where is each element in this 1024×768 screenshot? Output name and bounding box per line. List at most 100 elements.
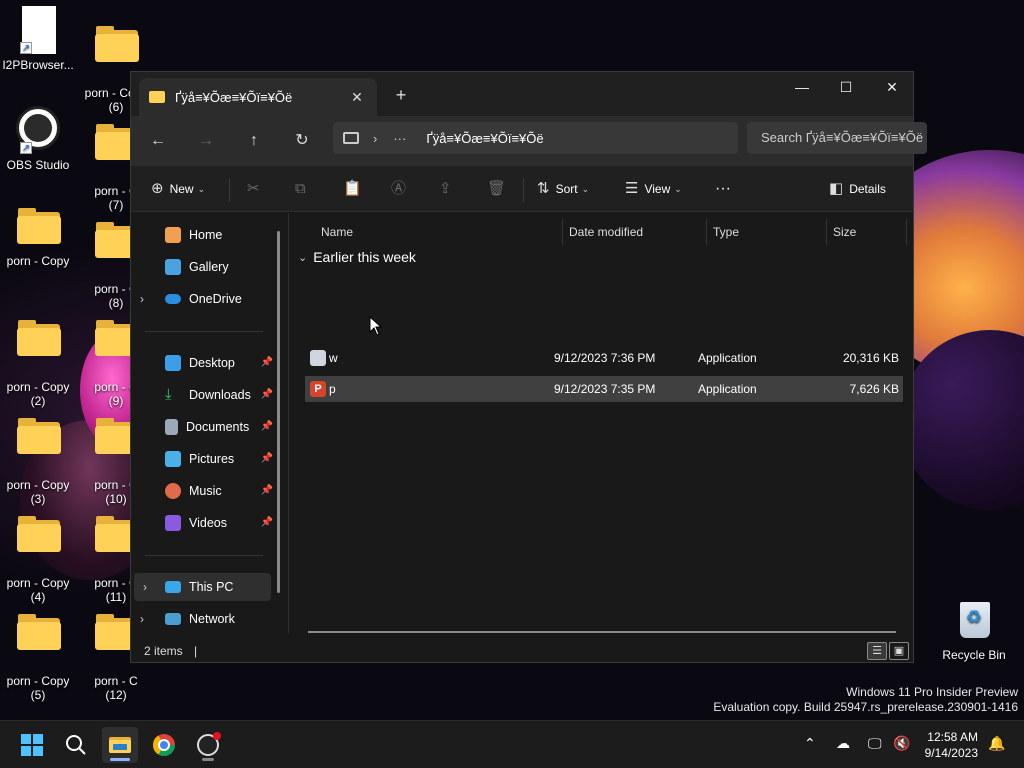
column-divider[interactable] bbox=[826, 219, 827, 245]
taskbar: ⌃ ☁ 🖵 🔇 12:58 AM 9/14/2023 🔔 bbox=[0, 720, 1024, 768]
nav-item-label: Documents bbox=[186, 420, 250, 434]
desktop-icon-folder[interactable]: porn - Copy (5) bbox=[0, 594, 76, 716]
folder-icon bbox=[14, 412, 62, 460]
up-button[interactable]: ↑ bbox=[239, 126, 269, 156]
new-button[interactable]: ⊕ New ⌄ bbox=[151, 176, 205, 202]
onedrive-tray-button[interactable]: ☁ bbox=[836, 735, 850, 752]
nav-item-label: Network bbox=[189, 612, 235, 626]
column-header-date-modified[interactable]: Date modified bbox=[569, 219, 643, 245]
computer-icon bbox=[343, 132, 359, 144]
file-row[interactable]: P p 9/12/2023 7:35 PM Application 7,626 … bbox=[305, 376, 903, 402]
share-button[interactable]: ⇪ bbox=[439, 176, 458, 202]
delete-button[interactable]: 🗑 bbox=[487, 176, 512, 202]
desktop-icon-folder[interactable]: porn - Copy bbox=[0, 202, 76, 268]
desktop-icon bbox=[165, 355, 181, 371]
chevron-down-icon: ⌄ bbox=[674, 184, 682, 194]
desktop-icon-obs-studio[interactable]: ↗ OBS Studio bbox=[0, 104, 76, 172]
clock-date: 9/14/2023 bbox=[924, 746, 978, 760]
paste-button[interactable]: 📋 bbox=[343, 176, 368, 202]
search-input[interactable]: Search Ґÿå≡¥Õæ≡¥Õï≡¥Õë bbox=[747, 122, 927, 154]
nav-item-network[interactable]: › Network bbox=[131, 605, 281, 633]
column-divider[interactable] bbox=[906, 219, 907, 245]
breadcrumb-overflow-button[interactable]: ··· bbox=[393, 131, 406, 146]
nav-item-videos[interactable]: Videos 📌 bbox=[131, 509, 281, 537]
explorer-tab[interactable]: Ґÿå≡¥Õæ≡¥Õï≡¥Õë ✕ bbox=[139, 78, 377, 116]
more-options-button[interactable]: ··· bbox=[715, 176, 731, 202]
tiles-view-toggle[interactable]: ▣ bbox=[889, 642, 909, 660]
sort-button[interactable]: ⇅ Sort ⌄ bbox=[537, 176, 589, 202]
running-indicator bbox=[202, 758, 214, 761]
group-header[interactable]: ⌄ Earlier this week bbox=[298, 249, 416, 265]
file-size: 20,316 KB bbox=[842, 351, 899, 365]
chevron-right-icon[interactable]: › bbox=[131, 285, 153, 313]
column-header-name[interactable]: Name bbox=[321, 219, 353, 245]
sort-icon: ⇅ bbox=[537, 180, 550, 197]
close-button[interactable]: ✕ bbox=[869, 72, 915, 104]
refresh-button[interactable]: ↻ bbox=[287, 126, 317, 156]
tiles-view-icon: ▣ bbox=[893, 645, 905, 657]
notifications-button[interactable]: 🔔 bbox=[988, 735, 1005, 752]
start-button[interactable] bbox=[14, 727, 50, 763]
nav-item-gallery[interactable]: Gallery bbox=[131, 253, 281, 281]
minimize-button[interactable]: — bbox=[779, 72, 825, 104]
taskbar-obs-studio[interactable] bbox=[190, 727, 226, 763]
navigation-pane: Home Gallery › OneDrive Desktop 📌 ⤓ Down… bbox=[131, 213, 289, 634]
plus-circle-icon: ⊕ bbox=[151, 180, 164, 197]
details-view-toggle[interactable]: ☰ bbox=[867, 642, 887, 660]
desktop-icon-i2pbrowser[interactable]: ↗ I2PBrowser... bbox=[0, 6, 76, 72]
file-name: p bbox=[329, 382, 336, 396]
network-tray-button[interactable]: 🖵 bbox=[868, 735, 882, 752]
volume-tray-button[interactable]: 🔇 bbox=[893, 735, 910, 752]
desktop-icon-label: I2PBrowser... bbox=[2, 58, 74, 72]
cloud-icon bbox=[165, 294, 181, 304]
document-icon bbox=[165, 419, 178, 435]
shortcut-file-icon: ↗ bbox=[14, 6, 62, 54]
nav-item-pictures[interactable]: Pictures 📌 bbox=[131, 445, 281, 473]
pin-icon: 📌 bbox=[260, 485, 273, 496]
watermark-edition: Windows 11 Pro Insider Preview bbox=[846, 685, 1018, 699]
nav-item-home[interactable]: Home bbox=[131, 221, 281, 249]
file-row[interactable]: w 9/12/2023 7:36 PM Application 20,316 K… bbox=[305, 345, 903, 371]
taskbar-chrome[interactable] bbox=[146, 727, 182, 763]
details-pane-button[interactable]: ◧ Details bbox=[829, 176, 886, 202]
forward-button[interactable]: → bbox=[191, 126, 221, 156]
tab-close-button[interactable]: ✕ bbox=[347, 89, 367, 106]
column-divider[interactable] bbox=[706, 219, 707, 245]
nav-item-label: Music bbox=[189, 484, 222, 498]
breadcrumb-current-folder[interactable]: Ґÿå≡¥Õæ≡¥Õï≡¥Õë bbox=[426, 131, 543, 146]
new-tab-button[interactable]: + bbox=[389, 84, 413, 108]
back-button[interactable]: ← bbox=[143, 126, 173, 156]
cut-button[interactable]: ✂ bbox=[247, 176, 266, 202]
navigation-scrollbar[interactable] bbox=[277, 231, 280, 593]
taskbar-file-explorer[interactable] bbox=[102, 727, 138, 763]
nav-item-this-pc[interactable]: › This PC bbox=[134, 573, 271, 601]
chevron-right-icon[interactable]: › bbox=[134, 573, 156, 601]
search-button[interactable] bbox=[58, 727, 94, 763]
nav-item-downloads[interactable]: ⤓ Downloads 📌 bbox=[131, 381, 281, 409]
nav-item-label: Videos bbox=[189, 516, 227, 530]
taskbar-clock[interactable]: 12:58 AM 9/14/2023 bbox=[925, 729, 978, 761]
folder-icon bbox=[14, 202, 62, 250]
trash-icon: 🗑 bbox=[487, 180, 507, 197]
nav-item-documents[interactable]: Documents 📌 bbox=[131, 413, 281, 441]
volume-muted-icon: 🔇 bbox=[893, 735, 911, 751]
nav-item-music[interactable]: Music 📌 bbox=[131, 477, 281, 505]
arrow-left-icon: ← bbox=[150, 132, 166, 149]
arrow-right-icon: → bbox=[198, 132, 214, 149]
view-button[interactable]: ☰ View ⌄ bbox=[625, 176, 682, 202]
folder-icon bbox=[14, 314, 62, 362]
nav-item-desktop[interactable]: Desktop 📌 bbox=[131, 349, 281, 377]
rename-button[interactable]: Ⓐ bbox=[391, 176, 412, 202]
address-bar[interactable]: › ··· Ґÿå≡¥Õæ≡¥Õï≡¥Õë bbox=[333, 122, 738, 154]
column-header-size[interactable]: Size bbox=[833, 219, 856, 245]
horizontal-scrollbar[interactable] bbox=[308, 631, 896, 633]
copy-button[interactable]: ⧉ bbox=[295, 176, 312, 202]
column-divider[interactable] bbox=[562, 219, 563, 245]
column-header-type[interactable]: Type bbox=[713, 219, 739, 245]
maximize-button[interactable]: ☐ bbox=[823, 72, 869, 104]
desktop-icon-recycle-bin[interactable]: ♻ Recycle Bin bbox=[936, 596, 1012, 662]
chevron-right-icon[interactable]: › bbox=[131, 605, 153, 633]
file-size: 7,626 KB bbox=[849, 382, 899, 396]
nav-item-onedrive[interactable]: › OneDrive bbox=[131, 285, 281, 313]
show-hidden-icons-button[interactable]: ⌃ bbox=[804, 735, 816, 752]
